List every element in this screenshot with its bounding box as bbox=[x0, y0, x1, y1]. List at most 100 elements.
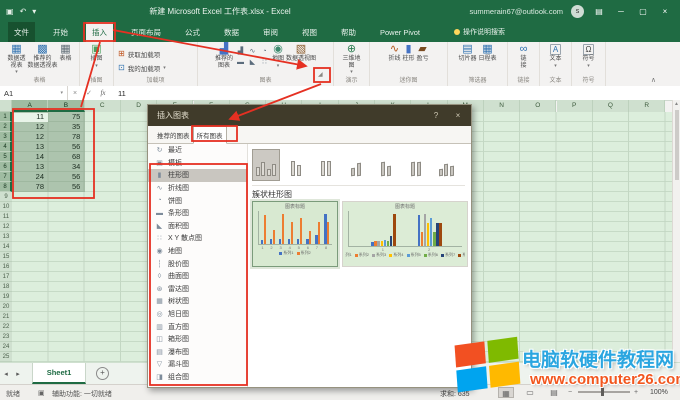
3d-column-icon[interactable] bbox=[432, 149, 460, 181]
cell-A3[interactable]: 12 bbox=[12, 132, 44, 142]
row-header-4[interactable]: 4 bbox=[0, 142, 12, 152]
ribbon-tab-9[interactable]: 帮助 bbox=[335, 22, 362, 42]
row-header-5[interactable]: 5 bbox=[0, 152, 12, 162]
row-header-9[interactable]: 9 bbox=[0, 192, 12, 202]
chart-type-item-13[interactable]: ▦树状图 bbox=[148, 295, 247, 308]
ribbon-button[interactable]: ▦表格 bbox=[60, 44, 72, 63]
row-header-15[interactable]: 15 bbox=[0, 252, 12, 262]
chart-type-button[interactable]: ∿ bbox=[247, 46, 258, 56]
ribbon-button[interactable]: ∿折线 bbox=[388, 44, 400, 63]
row-header-2[interactable]: 2 bbox=[0, 122, 12, 132]
row-header-17[interactable]: 17 bbox=[0, 272, 12, 282]
column-header-B[interactable]: B bbox=[48, 100, 84, 112]
row-header-25[interactable]: 25 bbox=[0, 352, 12, 362]
tell-me-search[interactable]: 操作说明搜索 bbox=[454, 22, 505, 42]
column-header-O[interactable]: O bbox=[520, 100, 556, 112]
cell-B5[interactable]: 68 bbox=[48, 152, 80, 162]
ribbon-tab-2[interactable]: 开始 bbox=[47, 22, 74, 42]
accessibility-status[interactable]: 辅助功能: 一切就绪 bbox=[52, 389, 112, 399]
ribbon-button[interactable]: ▤切片器 bbox=[458, 44, 476, 63]
chart-type-item-4[interactable]: ∿折线图 bbox=[148, 182, 247, 195]
row-header-7[interactable]: 7 bbox=[0, 172, 12, 182]
zoom-slider[interactable] bbox=[578, 391, 630, 393]
ribbon-button[interactable]: ▦日程表 bbox=[479, 44, 497, 63]
row-header-11[interactable]: 11 bbox=[0, 212, 12, 222]
row-header-14[interactable]: 14 bbox=[0, 242, 12, 252]
collapse-ribbon-icon[interactable]: ∧ bbox=[651, 76, 656, 84]
chart-type-button[interactable]: ∷ bbox=[259, 57, 270, 67]
column-header-Q[interactable]: Q bbox=[593, 100, 629, 112]
zoom-out-icon[interactable]: − bbox=[568, 389, 572, 396]
row-header-16[interactable]: 16 bbox=[0, 262, 12, 272]
account-email[interactable]: summerain67@outlook.com bbox=[470, 7, 564, 16]
normal-view-icon[interactable]: ▦ bbox=[498, 387, 514, 398]
scroll-up-icon[interactable]: ▲ bbox=[673, 100, 680, 108]
row-header-19[interactable]: 19 bbox=[0, 292, 12, 302]
cell-A4[interactable]: 13 bbox=[12, 142, 44, 152]
select-all-corner[interactable] bbox=[0, 100, 12, 112]
cell-B2[interactable]: 35 bbox=[48, 122, 80, 132]
chart-type-item-10[interactable]: ┆股价图 bbox=[148, 257, 247, 270]
ribbon-button[interactable]: ▧数据透视图▾ bbox=[286, 44, 316, 68]
3d-clustered-column-icon[interactable] bbox=[342, 149, 370, 181]
column-header-R[interactable]: R bbox=[629, 100, 665, 112]
ribbon-tab-10[interactable]: Power Pivot bbox=[374, 22, 426, 42]
chart-type-item-7[interactable]: ◣面积图 bbox=[148, 220, 247, 233]
chart-type-item-9[interactable]: ◉地图 bbox=[148, 245, 247, 258]
row-header-22[interactable]: 22 bbox=[0, 322, 12, 332]
cell-A6[interactable]: 13 bbox=[12, 162, 44, 172]
page-break-view-icon[interactable]: ▤ bbox=[546, 387, 562, 398]
chart-type-item-11[interactable]: ◊曲面图 bbox=[148, 270, 247, 283]
cancel-icon[interactable]: × bbox=[68, 90, 82, 97]
cell-A2[interactable]: 12 bbox=[12, 122, 44, 132]
scrollbar-thumb[interactable] bbox=[675, 110, 679, 180]
cell-A1[interactable]: 11 bbox=[12, 112, 44, 122]
row-header-3[interactable]: 3 bbox=[0, 132, 12, 142]
close-button[interactable]: × bbox=[658, 7, 672, 16]
chart-type-button[interactable]: ▟ bbox=[235, 46, 246, 56]
100-stacked-column-icon[interactable] bbox=[312, 149, 340, 181]
row-header-18[interactable]: 18 bbox=[0, 282, 12, 292]
ribbon-button[interactable]: ▮柱形 bbox=[402, 44, 414, 63]
ribbon-button[interactable]: ▰盈亏 bbox=[417, 44, 429, 63]
ribbon-button[interactable]: A文本▾ bbox=[549, 44, 561, 68]
chart-preview-2[interactable]: 图表标题 12 系列1系列2系列3系列4系列5系列6系列7系列8 bbox=[342, 201, 468, 267]
chart-type-button[interactable]: ▬ bbox=[235, 57, 246, 67]
sheet-tab-sheet1[interactable]: Sheet1 bbox=[32, 363, 86, 384]
row-header-12[interactable]: 12 bbox=[0, 222, 12, 232]
chart-type-item-17[interactable]: ▤瀑布图 bbox=[148, 346, 247, 359]
row-header-6[interactable]: 6 bbox=[0, 162, 12, 172]
ribbon-button[interactable]: ▟推荐的 图表 bbox=[215, 44, 233, 69]
dialog-help-button[interactable]: ? bbox=[425, 105, 447, 126]
chart-preview-1[interactable]: 图表标题 12345678 系列1系列2 bbox=[252, 201, 338, 267]
chart-type-item-2[interactable]: ▣模板 bbox=[148, 157, 247, 170]
enter-icon[interactable]: ✓ bbox=[82, 89, 96, 97]
ribbon-tab-4[interactable]: 页面布局 bbox=[125, 22, 167, 42]
chart-type-item-14[interactable]: ◎旭日图 bbox=[148, 308, 247, 321]
zoom-in-icon[interactable]: + bbox=[634, 389, 638, 396]
ribbon-tab-6[interactable]: 数据 bbox=[218, 22, 245, 42]
3d-100-stacked-column-icon[interactable] bbox=[402, 149, 430, 181]
page-layout-view-icon[interactable]: ▭ bbox=[522, 387, 538, 398]
chart-type-item-5[interactable]: ◔饼图 bbox=[148, 194, 247, 207]
dialog-title-bar[interactable]: 插入图表 bbox=[148, 105, 471, 126]
ribbon-tab-7[interactable]: 审阅 bbox=[257, 22, 284, 42]
cell-B7[interactable]: 56 bbox=[48, 172, 80, 182]
dialog-tab-2[interactable]: 所有图表 bbox=[193, 126, 227, 144]
chart-type-item-12[interactable]: ⊛雷达图 bbox=[148, 283, 247, 296]
ribbon-tab-1[interactable]: 文件 bbox=[8, 22, 35, 42]
ribbon-button[interactable]: ∞链 接 bbox=[520, 44, 528, 69]
ribbon-button[interactable]: Ω符号▾ bbox=[582, 44, 594, 68]
row-header-10[interactable]: 10 bbox=[0, 202, 12, 212]
row-header-21[interactable]: 21 bbox=[0, 312, 12, 322]
chart-type-item-1[interactable]: ↻最近 bbox=[148, 144, 247, 157]
cell-B4[interactable]: 56 bbox=[48, 142, 80, 152]
chart-type-button[interactable]: ◔ bbox=[259, 46, 270, 56]
chart-type-item-8[interactable]: ∷X Y 散点图 bbox=[148, 232, 247, 245]
namebox-dropdown-icon[interactable]: ▾ bbox=[60, 90, 63, 96]
cell-A5[interactable]: 14 bbox=[12, 152, 44, 162]
ribbon-button[interactable]: ⊞获取加载项 bbox=[118, 47, 160, 60]
vertical-scrollbar[interactable]: ▲ bbox=[672, 100, 680, 362]
column-header-N[interactable]: N bbox=[484, 100, 520, 112]
cell-A8[interactable]: 78 bbox=[12, 182, 44, 192]
